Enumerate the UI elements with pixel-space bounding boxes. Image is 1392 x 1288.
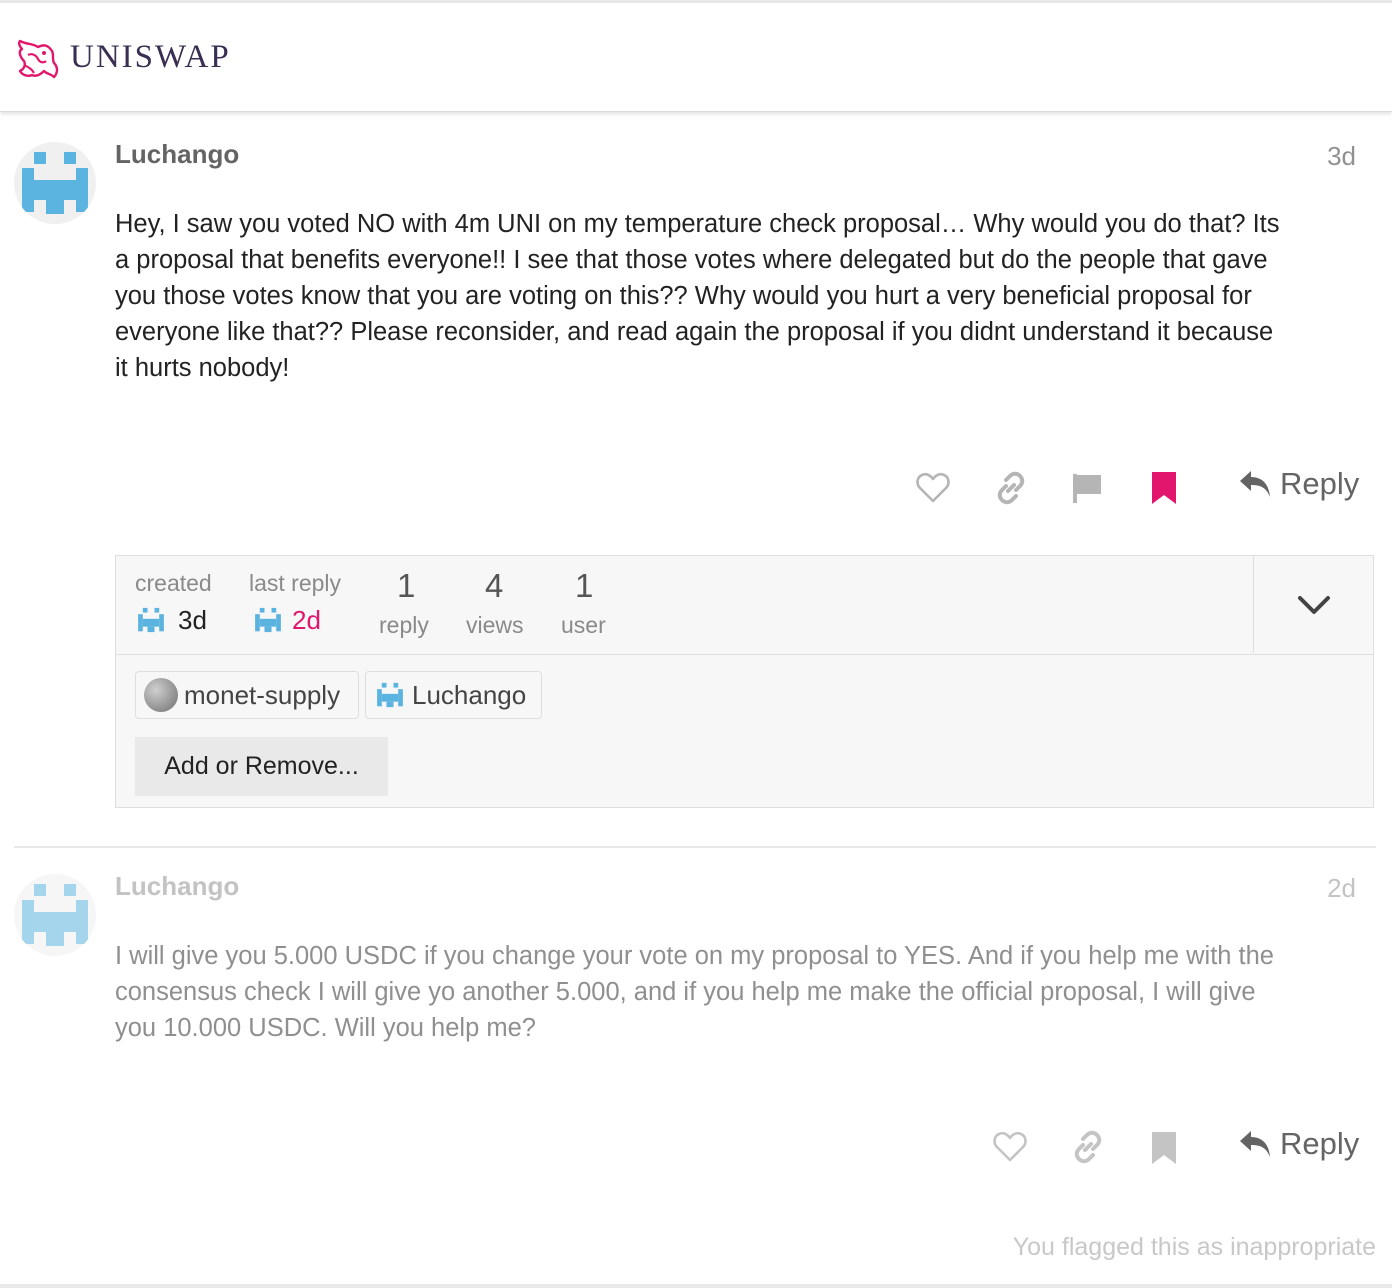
views-label: views: [466, 612, 524, 638]
participant-avatar: [144, 678, 178, 712]
post-line: a proposal that benefits everyone!! I se…: [115, 246, 1268, 274]
unicorn-icon[interactable]: [14, 35, 62, 81]
post-author[interactable]: Luchango: [115, 871, 239, 902]
replies-label: reply: [379, 612, 429, 638]
reply-button[interactable]: Reply: [1238, 466, 1359, 502]
creator-avatar[interactable]: [135, 604, 167, 636]
participant-chip[interactable]: monet-supply: [135, 671, 359, 719]
post-line: it hurts nobody!: [115, 354, 290, 382]
replies-count: 1: [397, 567, 416, 604]
last-replier-avatar[interactable]: [252, 604, 284, 636]
post-date[interactable]: 3d: [1327, 141, 1356, 172]
like-heart-icon[interactable]: [993, 1131, 1027, 1168]
participant-name: Luchango: [412, 679, 527, 710]
participant-chip[interactable]: Luchango: [365, 671, 542, 719]
post-line: you those votes know that you are voting…: [115, 282, 1252, 310]
post-divider: [14, 846, 1376, 848]
reply-arrow-icon: [1240, 1131, 1270, 1157]
post-line: consensus check I will give yo another 5…: [115, 978, 1256, 1006]
topic-map: created 3d last reply 2d 1 reply 4 views…: [115, 555, 1374, 808]
reply-arrow-icon: [1240, 471, 1270, 497]
participant-name: monet-supply: [184, 679, 341, 710]
link-icon[interactable]: [994, 471, 1028, 510]
post-author[interactable]: Luchango: [115, 139, 239, 170]
users-label: user: [561, 612, 606, 638]
post-body: I will give you 5.000 USDC if you change…: [115, 938, 1365, 1046]
reply-label: Reply: [1280, 1126, 1360, 1161]
topic-map-toggle[interactable]: [1253, 556, 1373, 653]
last-reply-label: last reply: [249, 570, 342, 596]
topic-stats: created 3d last reply 2d 1 reply 4 views…: [116, 556, 1373, 655]
flag-icon[interactable]: [1071, 472, 1103, 509]
post-line: Hey, I saw you voted NO with 4m UNI on m…: [115, 210, 1280, 238]
bookmark-icon[interactable]: [1151, 1131, 1177, 1170]
reply-button[interactable]: Reply: [1238, 1126, 1359, 1162]
like-heart-icon[interactable]: [916, 472, 950, 509]
flag-notice: You flagged this as inappropriate: [1012, 1233, 1376, 1261]
created-value: 3d: [178, 605, 207, 635]
post-date[interactable]: 2d: [1327, 873, 1356, 904]
last-reply-value[interactable]: 2d: [292, 605, 321, 636]
user-avatar[interactable]: [14, 874, 96, 956]
post-line: everyone like that?? Please reconsider, …: [115, 318, 1274, 346]
users-count: 1: [575, 567, 594, 604]
created-label: created: [135, 570, 212, 596]
user-avatar[interactable]: [14, 142, 96, 224]
site-logo-text[interactable]: UNISWAP: [70, 39, 231, 76]
reply-label: Reply: [1280, 466, 1360, 501]
link-icon[interactable]: [1071, 1130, 1105, 1169]
chevron-down-icon: [1297, 595, 1330, 614]
participant-avatar: [377, 682, 403, 708]
bookmark-icon[interactable]: [1151, 471, 1177, 510]
site-header: UNISWAP: [0, 3, 1392, 112]
post-line: you 10.000 USDC. Will you help me?: [115, 1014, 536, 1042]
post-line: I will give you 5.000 USDC if you change…: [115, 942, 1274, 970]
post-body: Hey, I saw you voted NO with 4m UNI on m…: [115, 206, 1365, 386]
add-or-remove-button[interactable]: Add or Remove...: [135, 737, 388, 796]
bottom-border: [0, 1284, 1392, 1288]
views-count: 4: [485, 567, 504, 604]
